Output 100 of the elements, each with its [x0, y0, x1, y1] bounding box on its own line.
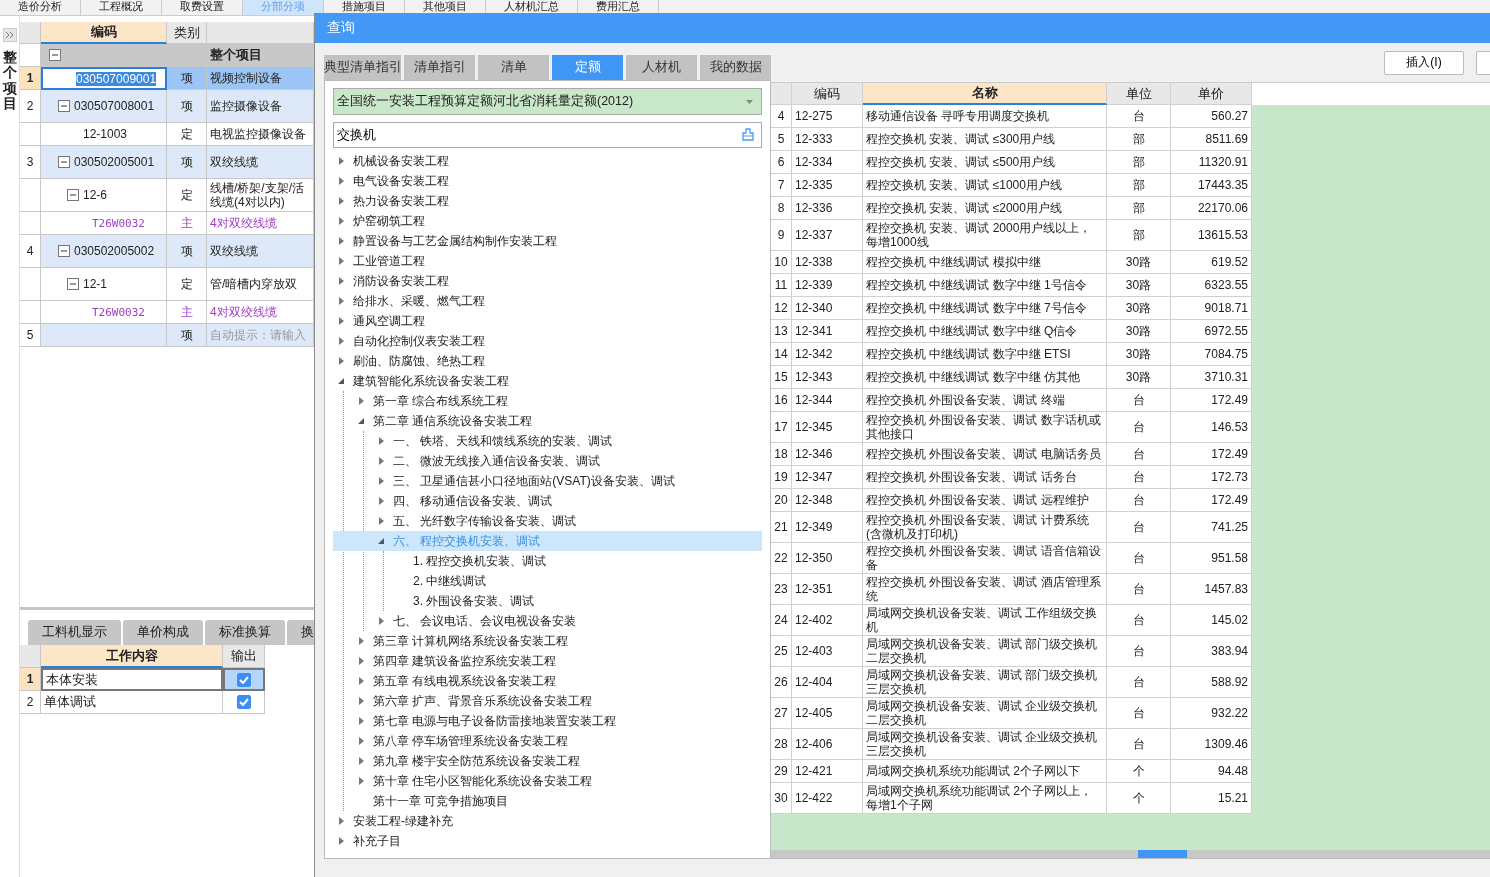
table-row[interactable]: 27 12-405 局域网交换机设备安装、调试 企业级交换机二层交换机 台 932.22: [771, 698, 1252, 729]
table-row[interactable]: 19 12-347 程控交换机 外围设备安装、调试 话务台 台 172.73: [771, 466, 1252, 489]
expanded-arrow-icon[interactable]: [358, 417, 365, 425]
tree-item[interactable]: 第九章 楼宇安全防范系统设备安装工程: [333, 751, 762, 771]
collapsed-arrow-icon[interactable]: [338, 837, 345, 845]
column-header[interactable]: 单价: [1171, 83, 1252, 105]
column-header[interactable]: 类别: [167, 22, 207, 44]
collapsed-arrow-icon[interactable]: [338, 237, 345, 245]
collapsed-arrow-icon[interactable]: [338, 277, 345, 285]
code-text[interactable]: 030507009001: [76, 71, 157, 86]
table-row[interactable]: 12-1003 定 电视监控摄像设备: [20, 123, 314, 146]
tree-item[interactable]: 第二章 通信系统设备安装工程: [333, 411, 762, 431]
table-row[interactable]: 25 12-403 局域网交换机设备安装、调试 部门级交换机二层交换机 台 383.94: [771, 636, 1252, 667]
table-row[interactable]: 6 12-334 程控交换机 安装、调试 ≤500用户线 部 11320.91: [771, 151, 1252, 174]
tree-item[interactable]: 给排水、采暖、燃气工程: [333, 291, 762, 311]
tree-item[interactable]: 五、 光纤数字传输设备安装、调试: [333, 511, 762, 531]
table-row[interactable]: 10 12-338 程控交换机 中继线调试 模拟中继 30路 619.52: [771, 251, 1252, 274]
table-row[interactable]: 12 12-340 程控交换机 中继线调试 数字中继 7号信令 30路 9018.71: [771, 297, 1252, 320]
tree-item[interactable]: 机械设备安装工程: [333, 151, 762, 171]
collapsed-arrow-icon[interactable]: [378, 517, 385, 525]
tree-item[interactable]: 炉窑砌筑工程: [333, 211, 762, 231]
column-header[interactable]: 名称: [863, 83, 1107, 105]
tree-item[interactable]: 七、 会议电话、会议电视设备安装: [333, 611, 762, 631]
table-row[interactable]: 5 项 自动提示：请输入: [20, 324, 314, 347]
column-header[interactable]: 编码: [792, 83, 863, 105]
tree-item[interactable]: 第一章 综合布线系统工程: [333, 391, 762, 411]
collapsed-arrow-icon[interactable]: [358, 677, 365, 685]
table-row[interactable]: 22 12-350 程控交换机 外围设备安装、调试 语音信箱设备 台 951.58: [771, 543, 1252, 574]
clear-icon[interactable]: [742, 128, 754, 141]
tree-item[interactable]: 消防设备安装工程: [333, 271, 762, 291]
table-row[interactable]: 30 12-422 局域网交换机系统功能调试 2个子网以上，每增1个子网 个 15.21: [771, 783, 1252, 814]
table-row[interactable]: 15 12-343 程控交换机 中继线调试 数字中继 仿其他 30路 3710.31: [771, 366, 1252, 389]
dialog-tab[interactable]: 清单: [478, 55, 549, 80]
tree-item[interactable]: 第四章 建筑设备监控系统安装工程: [333, 651, 762, 671]
table-row[interactable]: 20 12-348 程控交换机 外围设备安装、调试 远程维护 台 172.49: [771, 489, 1252, 512]
detail-tab[interactable]: 标准换算: [205, 620, 285, 645]
tree-item[interactable]: 四、 移动通信设备安装、调试: [333, 491, 762, 511]
table-row[interactable]: T26W0032 主 4对双绞线缆: [20, 212, 314, 235]
collapsed-arrow-icon[interactable]: [338, 317, 345, 325]
collapsed-arrow-icon[interactable]: [338, 217, 345, 225]
dialog-tab[interactable]: 清单指引: [404, 55, 475, 80]
table-row[interactable]: 24 12-402 局域网交换机设备安装、调试 工作组级交换机 台 145.02: [771, 605, 1252, 636]
tree-item[interactable]: 第七章 电源与电子设备防雷接地装置安装工程: [333, 711, 762, 731]
table-row[interactable]: 2 030507008001 项 监控摄像设备: [20, 90, 314, 123]
tree-item[interactable]: 通风空调工程: [333, 311, 762, 331]
collapsed-arrow-icon[interactable]: [378, 617, 385, 625]
tree-item[interactable]: 第六章 扩声、背景音乐系统设备安装工程: [333, 691, 762, 711]
scroll-thumb[interactable]: [1138, 850, 1187, 858]
tree-item[interactable]: 电气设备安装工程: [333, 171, 762, 191]
insert-button[interactable]: 插入(I): [1384, 50, 1464, 75]
table-row[interactable]: 23 12-351 程控交换机 外围设备安装、调试 酒店管理系统 台 1457.83: [771, 574, 1252, 605]
collapsed-arrow-icon[interactable]: [338, 257, 345, 265]
tree-item[interactable]: 二、 微波无线接入通信设备安装、调试: [333, 451, 762, 471]
table-row[interactable]: 4 12-275 移动通信设备 寻呼专用调度交换机 台 560.27: [771, 105, 1252, 128]
tree-item[interactable]: 建筑智能化系统设备安装工程: [333, 371, 762, 391]
table-row[interactable]: 18 12-346 程控交换机 外围设备安装、调试 电脑话务员 台 172.49: [771, 443, 1252, 466]
table-row[interactable]: 26 12-404 局域网交换机设备安装、调试 部门级交换机三层交换机 台 588.92: [771, 667, 1252, 698]
dialog-tab[interactable]: 典型清单指引: [324, 55, 401, 80]
dialog-tab[interactable]: 人材机: [626, 55, 697, 80]
dialog-tab[interactable]: 我的数据: [700, 55, 771, 80]
column-header[interactable]: 单位: [1107, 83, 1171, 105]
tree-item[interactable]: 第十章 住宅小区智能化系统设备安装工程: [333, 771, 762, 791]
collapse-icon[interactable]: [67, 278, 79, 290]
table-row[interactable]: 3 030502005001 项 双绞线缆: [20, 146, 314, 179]
tree-item[interactable]: 1. 程控交换机安装、调试: [333, 551, 762, 571]
tree-item[interactable]: 静置设备与工艺金属结构制作安装工程: [333, 231, 762, 251]
column-header[interactable]: 输出: [223, 645, 265, 668]
tree-item[interactable]: 一、 铁塔、天线和馈线系统的安装、调试: [333, 431, 762, 451]
checkbox[interactable]: [237, 672, 251, 687]
table-row[interactable]: 11 12-339 程控交换机 中继线调试 数字中继 1号信令 30路 6323.55: [771, 274, 1252, 297]
collapse-icon[interactable]: [58, 100, 70, 112]
collapsed-arrow-icon[interactable]: [358, 637, 365, 645]
column-header[interactable]: 工作内容: [41, 645, 223, 668]
table-row[interactable]: 13 12-341 程控交换机 中继线调试 数字中继 Q信令 30路 6972.55: [771, 320, 1252, 343]
table-row[interactable]: 21 12-349 程控交换机 外围设备安装、调试 计费系统(含微机及打印机) 台 741.25: [771, 512, 1252, 543]
collapsed-arrow-icon[interactable]: [338, 177, 345, 185]
collapsed-arrow-icon[interactable]: [338, 357, 345, 365]
expanded-arrow-icon[interactable]: [378, 537, 385, 545]
table-row[interactable]: 1 本体安装: [20, 668, 265, 691]
tree-item[interactable]: 热力设备安装工程: [333, 191, 762, 211]
expanded-arrow-icon[interactable]: [338, 377, 345, 385]
table-row[interactable]: 12-6 定 线槽/桥架/支架/活线缆(4对以内): [20, 179, 314, 212]
table-row[interactable]: T26W0032 主 4对双绞线缆: [20, 301, 314, 324]
collapsed-arrow-icon[interactable]: [338, 337, 345, 345]
collapsed-arrow-icon[interactable]: [358, 697, 365, 705]
table-row[interactable]: 28 12-406 局域网交换机设备安装、调试 企业级交换机三层交换机 台 1309.46: [771, 729, 1252, 760]
table-row[interactable]: 9 12-337 程控交换机 安装、调试 2000用户线以上，每增1000线 部 13615.53: [771, 220, 1252, 251]
tree-item[interactable]: 第三章 计算机网络系统设备安装工程: [333, 631, 762, 651]
tree-item[interactable]: 三、 卫星通信甚小口径地面站(VSAT)设备安装、调试: [333, 471, 762, 491]
collapsed-arrow-icon[interactable]: [338, 157, 345, 165]
tree-item[interactable]: 刷油、防腐蚀、绝热工程: [333, 351, 762, 371]
search-field[interactable]: 交换机: [333, 122, 762, 148]
tree-item[interactable]: 2. 中继线调试: [333, 571, 762, 591]
table-row[interactable]: 8 12-336 程控交换机 安装、调试 ≤2000用户线 部 22170.06: [771, 197, 1252, 220]
checkbox[interactable]: [236, 695, 251, 709]
collapsed-arrow-icon[interactable]: [358, 757, 365, 765]
collapsed-arrow-icon[interactable]: [358, 777, 365, 785]
detail-tab[interactable]: 工料机显示: [28, 620, 121, 645]
table-row[interactable]: 5 12-333 程控交换机 安装、调试 ≤300用户线 部 8511.69: [771, 128, 1252, 151]
tree-item[interactable]: 第八章 停车场管理系统设备安装工程: [333, 731, 762, 751]
